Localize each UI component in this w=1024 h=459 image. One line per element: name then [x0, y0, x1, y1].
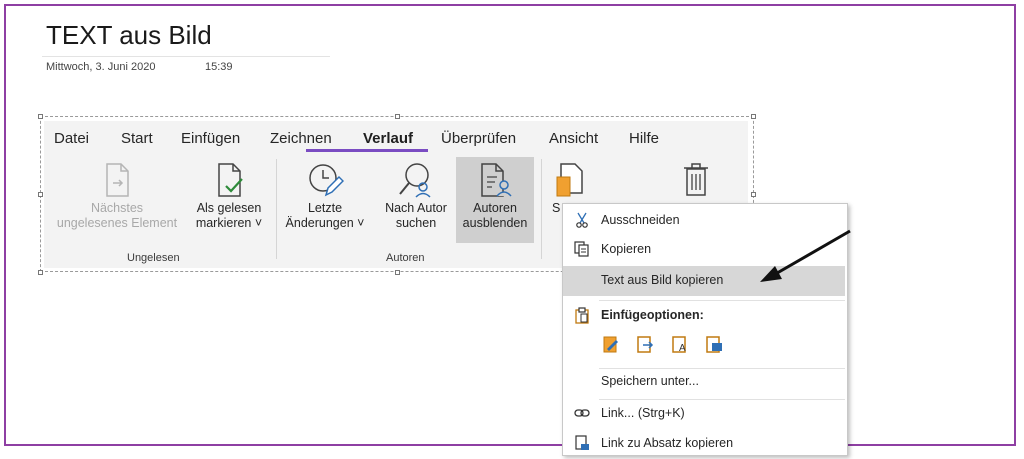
annotation-arrow — [760, 229, 851, 282]
